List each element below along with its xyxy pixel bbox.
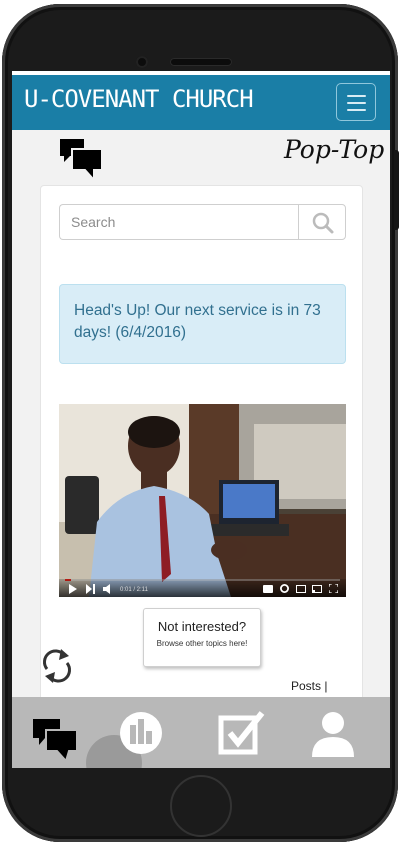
video-time: 0:01 / 2:11 bbox=[120, 587, 148, 593]
search-icon bbox=[312, 212, 334, 234]
settings-icon[interactable] bbox=[280, 584, 289, 593]
side-button bbox=[394, 150, 399, 230]
brand-logo[interactable]: U-COVENANT CHURCH bbox=[24, 85, 254, 113]
nav-bar-chart-icon[interactable] bbox=[116, 703, 166, 759]
chat-bubbles-icon bbox=[60, 139, 103, 181]
search-input[interactable] bbox=[59, 204, 299, 240]
video-thumbnail bbox=[59, 404, 346, 597]
top-navbar: U-COVENANT CHURCH bbox=[12, 71, 390, 130]
app-screen: U-COVENANT CHURCH Pop-Top Head's Up! Our… bbox=[12, 71, 390, 768]
theater-mode-icon[interactable] bbox=[296, 585, 306, 593]
video-player[interactable]: 0:01 / 2:11 bbox=[59, 404, 346, 597]
cast-icon[interactable] bbox=[312, 585, 322, 593]
not-interested-tooltip[interactable]: Not interested? Browse other topics here… bbox=[143, 608, 261, 667]
nav-user-icon[interactable] bbox=[308, 703, 358, 759]
front-camera bbox=[136, 56, 148, 68]
hamburger-icon bbox=[347, 95, 366, 97]
earpiece-speaker bbox=[170, 58, 232, 66]
hamburger-menu-button[interactable] bbox=[336, 83, 376, 121]
tooltip-title: Not interested? bbox=[157, 619, 247, 634]
page-title: Pop-Top bbox=[284, 135, 385, 164]
video-controls: 0:01 / 2:11 bbox=[59, 579, 346, 597]
service-alert: Head's Up! Our next service is in 73 day… bbox=[59, 284, 346, 364]
nav-checkbox-icon[interactable] bbox=[216, 703, 266, 759]
search-bar bbox=[59, 204, 346, 240]
next-icon[interactable] bbox=[86, 584, 96, 594]
posts-label[interactable]: Posts | bbox=[291, 679, 327, 693]
refresh-icon[interactable] bbox=[40, 645, 74, 685]
bottom-nav bbox=[12, 697, 390, 768]
fullscreen-icon[interactable] bbox=[329, 584, 338, 593]
search-button[interactable] bbox=[298, 204, 346, 240]
play-icon[interactable] bbox=[68, 584, 78, 594]
tooltip-subtitle: Browse other topics here! bbox=[156, 639, 248, 648]
captions-icon[interactable] bbox=[263, 585, 273, 593]
nav-chat-bubbles-icon[interactable] bbox=[30, 703, 80, 759]
home-button[interactable] bbox=[170, 775, 232, 837]
volume-icon[interactable] bbox=[103, 584, 113, 594]
